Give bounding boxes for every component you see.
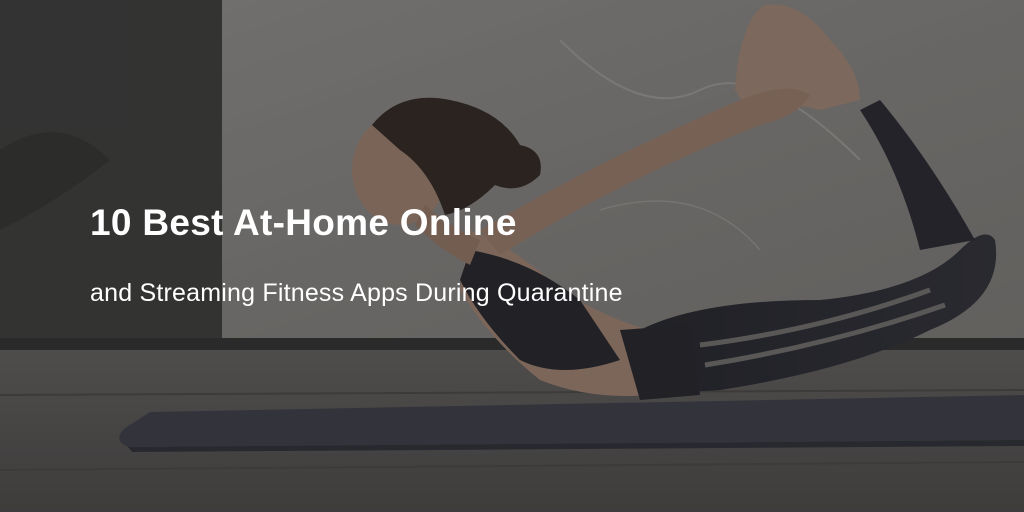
dark-overlay (0, 0, 1024, 512)
banner-subheadline: and Streaming Fitness Apps During Quaran… (90, 279, 623, 307)
hero-banner: 10 Best At-Home Online and Streaming Fit… (0, 0, 1024, 512)
banner-headline: 10 Best At-Home Online (90, 202, 517, 243)
